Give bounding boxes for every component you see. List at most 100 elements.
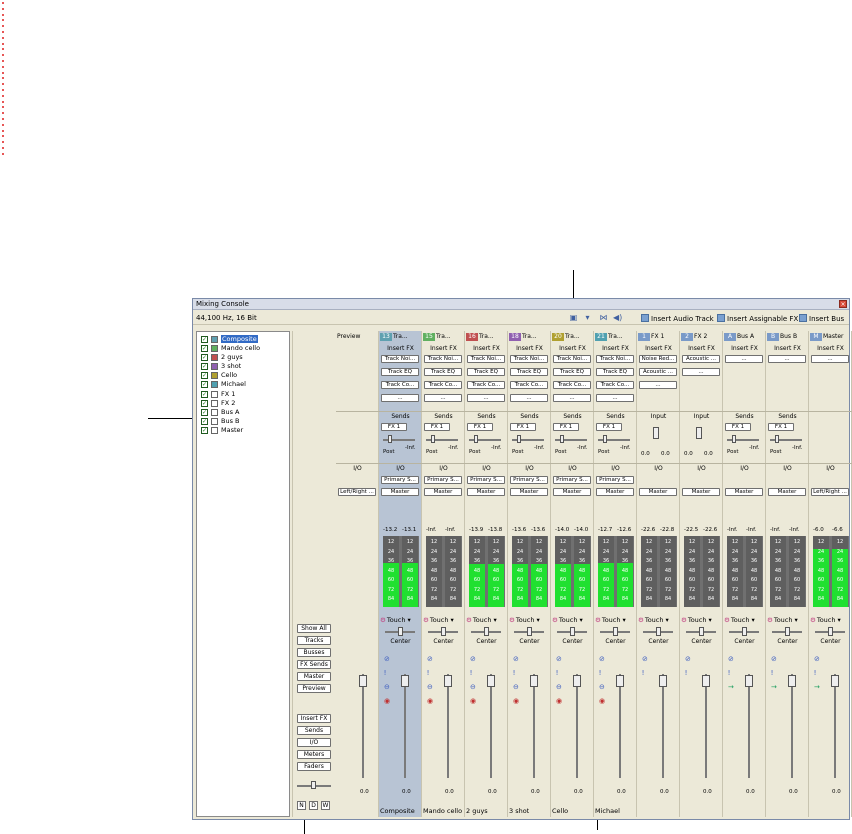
pan-knob[interactable] xyxy=(785,627,790,636)
fx-slot-button[interactable]: ... xyxy=(682,368,720,376)
checkbox-icon[interactable]: ✓ xyxy=(201,381,208,389)
fx-slot-button[interactable]: Track Noi... xyxy=(381,355,419,363)
send-level-knob[interactable] xyxy=(431,435,435,443)
checkbox-icon[interactable]: ✓ xyxy=(201,426,208,434)
fx-slot-button[interactable]: Track EQ xyxy=(424,368,462,376)
send-target-button[interactable]: FX 1 xyxy=(424,423,450,431)
fader-track[interactable] xyxy=(362,674,364,778)
fx-slot-button[interactable]: ... xyxy=(510,394,548,402)
automation-mode[interactable]: ⚙Touch ▾ xyxy=(638,616,669,624)
fader-knob[interactable] xyxy=(401,675,409,687)
track-list-item[interactable]: ✓ 2 guys xyxy=(201,353,289,362)
fx-slot-button[interactable]: Track Co... xyxy=(467,381,505,389)
automation-mode[interactable]: ⚙Touch ▾ xyxy=(595,616,626,624)
checkbox-icon[interactable]: ✓ xyxy=(201,363,208,371)
mute-icon[interactable]: ⊘ xyxy=(513,655,519,663)
automation-mode[interactable]: ⚙Touch ▾ xyxy=(423,616,454,624)
view-button[interactable]: I/O xyxy=(297,738,331,747)
output-route-button[interactable]: Master xyxy=(725,488,763,496)
strip-header[interactable]: 16 Tra... xyxy=(466,333,507,342)
pan-knob[interactable] xyxy=(398,627,403,636)
route-icon[interactable]: → xyxy=(771,683,777,691)
view-button[interactable]: FX Sends xyxy=(297,660,331,669)
view-button[interactable]: Show All xyxy=(297,624,331,633)
send-target-button[interactable]: FX 1 xyxy=(596,423,622,431)
view-button[interactable]: Insert FX xyxy=(297,714,331,723)
mute-icon[interactable]: ⊘ xyxy=(599,655,605,663)
track-list-item[interactable]: ✓ Cello xyxy=(201,371,289,380)
mute-icon[interactable]: ⊘ xyxy=(427,655,433,663)
solo-icon[interactable]: ǃ xyxy=(470,669,472,677)
input-route-button[interactable]: Primary S... xyxy=(510,476,548,484)
output-route-button[interactable]: Master xyxy=(510,488,548,496)
automation-mode[interactable]: ⚙Touch ▾ xyxy=(466,616,497,624)
fx-slot-button[interactable]: Acoustic ... xyxy=(682,355,720,363)
solo-icon[interactable]: ǃ xyxy=(685,669,687,677)
checkbox-icon[interactable]: ✓ xyxy=(201,336,208,343)
mute-icon[interactable]: ⊘ xyxy=(470,655,476,663)
view-button[interactable]: Master xyxy=(297,672,331,681)
phase-icon[interactable]: ⊖ xyxy=(556,683,562,691)
solo-icon[interactable]: ǃ xyxy=(556,669,558,677)
solo-icon[interactable]: ǃ xyxy=(771,669,773,677)
record-arm-icon[interactable]: ◉ xyxy=(470,697,476,705)
track-list-item[interactable]: ✓ Mando cello xyxy=(201,344,289,353)
automation-mode[interactable]: ⚙Touch ▾ xyxy=(552,616,583,624)
insert-bus-button[interactable]: Insert Bus xyxy=(799,314,844,323)
record-arm-icon[interactable]: ◉ xyxy=(513,697,519,705)
send-level-knob[interactable] xyxy=(517,435,521,443)
solo-icon[interactable]: ǃ xyxy=(728,669,730,677)
insert-audio-track-button[interactable]: Insert Audio Track xyxy=(641,314,714,323)
phase-icon[interactable]: ⊖ xyxy=(513,683,519,691)
pan-knob[interactable] xyxy=(656,627,661,636)
properties-icon[interactable]: ▣ xyxy=(569,313,578,322)
strip-header[interactable]: 20 Tra... xyxy=(552,333,593,342)
fader-knob[interactable] xyxy=(616,675,624,687)
fader-knob[interactable] xyxy=(831,675,839,687)
fader-track[interactable] xyxy=(834,674,836,778)
pan-knob[interactable] xyxy=(570,627,575,636)
pan-knob[interactable] xyxy=(613,627,618,636)
pan-knob[interactable] xyxy=(527,627,532,636)
view-button[interactable]: Faders xyxy=(297,762,331,771)
input-route-button[interactable]: Primary S... xyxy=(424,476,462,484)
automation-mode[interactable]: ⚙Touch ▾ xyxy=(810,616,841,624)
solo-icon[interactable]: ǃ xyxy=(384,669,386,677)
fx-slot-button[interactable]: ... xyxy=(381,394,419,402)
strip-header[interactable]: 15 Tra... xyxy=(423,333,464,342)
output-route-button[interactable]: Master xyxy=(596,488,634,496)
fx-slot-button[interactable]: Track Co... xyxy=(424,381,462,389)
phase-icon[interactable]: ⊖ xyxy=(470,683,476,691)
track-list-item[interactable]: ✓ Bus B xyxy=(201,417,289,426)
fader-track[interactable] xyxy=(404,674,406,778)
fader-track[interactable] xyxy=(748,674,750,778)
strip-header[interactable]: 1 FX 1 xyxy=(638,333,679,342)
record-arm-icon[interactable]: ◉ xyxy=(384,697,390,705)
send-target-button[interactable]: FX 1 xyxy=(381,423,407,431)
fader-knob[interactable] xyxy=(702,675,710,687)
route-icon[interactable]: → xyxy=(728,683,734,691)
checkbox-icon[interactable]: ✓ xyxy=(201,417,208,425)
fx-slot-button[interactable]: Track Noi... xyxy=(467,355,505,363)
send-target-button[interactable]: FX 1 xyxy=(467,423,493,431)
fx-slot-button[interactable]: Track Noi... xyxy=(553,355,591,363)
mute-icon[interactable]: ⊘ xyxy=(728,655,734,663)
left-right-button[interactable]: Left/Right ... xyxy=(811,488,849,496)
strip-header[interactable]: B Bus B xyxy=(767,333,808,342)
fx-slot-button[interactable]: Track EQ xyxy=(381,368,419,376)
fx-slot-button[interactable]: Noise Red... xyxy=(639,355,677,363)
fx-slot-button[interactable]: Track EQ xyxy=(467,368,505,376)
fx-slot-button[interactable]: Track Co... xyxy=(553,381,591,389)
dim-output-icon[interactable]: ◀) xyxy=(613,313,622,322)
send-level-knob[interactable] xyxy=(474,435,478,443)
record-arm-icon[interactable]: ◉ xyxy=(556,697,562,705)
fx-slot-button[interactable]: Track Noi... xyxy=(424,355,462,363)
fx-slot-button[interactable]: ... xyxy=(424,394,462,402)
fx-slot-button[interactable]: Track EQ xyxy=(510,368,548,376)
track-list-item[interactable]: ✓ Master xyxy=(201,426,289,435)
mute-icon[interactable]: ⊘ xyxy=(642,655,648,663)
automation-mode[interactable]: ⚙Touch ▾ xyxy=(724,616,755,624)
output-route-button[interactable]: Master xyxy=(424,488,462,496)
automation-mode[interactable]: ⚙Touch ▾ xyxy=(767,616,798,624)
mute-icon[interactable]: ⊘ xyxy=(771,655,777,663)
